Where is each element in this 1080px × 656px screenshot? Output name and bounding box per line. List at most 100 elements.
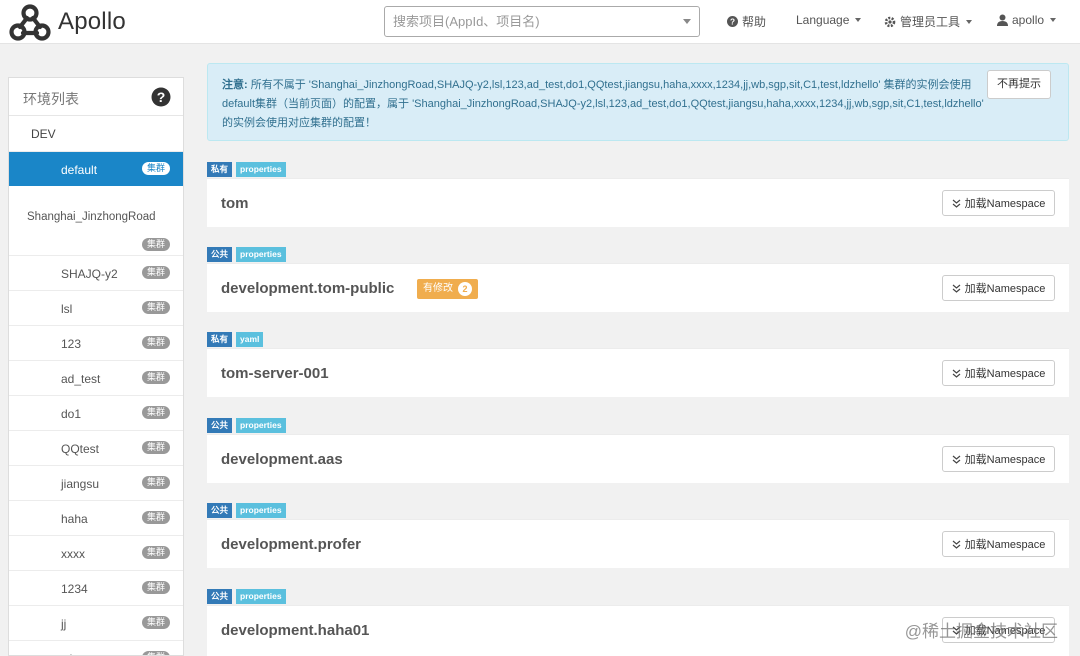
scope-tag: 公共 <box>207 503 233 518</box>
navbar: Apollo ? 帮助 Language 管理员工具 apollo <box>0 0 1080 44</box>
cluster-item[interactable]: jiangsu 集群 <box>9 466 183 501</box>
chevron-down-icon <box>683 19 691 24</box>
scope-tag: 公共 <box>207 589 233 604</box>
cluster-name: ad_test <box>61 372 101 386</box>
cluster-name: 123 <box>61 337 82 351</box>
cluster-item[interactable]: QQtest 集群 <box>9 431 183 466</box>
format-tag: properties <box>236 589 286 604</box>
double-chevron-down-icon <box>952 284 961 293</box>
cluster-item[interactable]: do1 集群 <box>9 396 183 431</box>
load-namespace-button[interactable]: 加载Namespace <box>942 190 1055 216</box>
double-chevron-down-icon <box>952 199 961 208</box>
notice-label: 注意: <box>222 79 248 91</box>
modified-label: 有修改 <box>423 283 453 294</box>
language-label: Language <box>796 13 850 27</box>
cluster-name: xxxx <box>61 547 85 561</box>
namespace-name: tom-server-001 <box>221 365 329 382</box>
user-icon <box>997 14 1008 26</box>
cluster-name: wb <box>61 652 76 655</box>
namespace-panel: development.aas 加载Namespace <box>207 434 1069 483</box>
help-link[interactable]: ? 帮助 <box>727 13 766 30</box>
cluster-item[interactable]: Shanghai_JinzhongRoad 集群 <box>9 186 183 256</box>
cluster-badge: 集群 <box>141 511 170 524</box>
cluster-badge: 集群 <box>141 162 170 175</box>
cluster-badge: 集群 <box>141 441 170 454</box>
namespace-name: tom <box>221 195 249 212</box>
load-namespace-button[interactable]: 加载Namespace <box>942 446 1055 472</box>
namespace-name: development.haha01 <box>221 622 370 639</box>
environment-sidebar: 环境列表 ? DEV default 集群 Shanghai_JinzhongR… <box>8 77 184 656</box>
question-circle-icon[interactable]: ? <box>151 87 171 107</box>
cluster-item-default[interactable]: default 集群 <box>9 152 183 186</box>
cluster-notice: 注意: 所有不属于 'Shanghai_JinzhongRoad,SHAJQ-y… <box>207 63 1069 141</box>
cluster-item[interactable]: wb 集群 <box>9 641 183 655</box>
cluster-item[interactable]: ad_test 集群 <box>9 361 183 396</box>
notice-body: 所有不属于 'Shanghai_JinzhongRoad,SHAJQ-y2,ls… <box>222 79 984 129</box>
apollo-logo-icon <box>9 4 51 41</box>
brand[interactable]: Apollo <box>8 2 126 42</box>
namespace-tags: 公共 properties <box>207 247 286 262</box>
cluster-item[interactable]: 123 集群 <box>9 326 183 361</box>
load-namespace-button[interactable]: 加载Namespace <box>942 531 1055 557</box>
cluster-badge: 集群 <box>141 336 170 349</box>
format-tag: properties <box>236 162 286 177</box>
namespace-panel: tom-server-001 加载Namespace <box>207 348 1069 397</box>
cluster-badge: 集群 <box>141 476 170 489</box>
namespace-tags: 公共 properties <box>207 589 286 604</box>
cluster-name: Shanghai_JinzhongRoad <box>27 211 156 223</box>
cluster-badge: 集群 <box>141 238 170 251</box>
sidebar-title: 环境列表 <box>23 91 79 107</box>
admin-tools-label: 管理员工具 <box>900 15 961 29</box>
cluster-name: do1 <box>61 407 82 421</box>
load-namespace-label: 加载Namespace <box>964 539 1046 551</box>
svg-text:?: ? <box>157 89 166 105</box>
cluster-name: jj <box>61 617 67 631</box>
caret-down-icon <box>1050 18 1057 22</box>
namespace-name: development.aas <box>221 451 343 468</box>
gear-icon <box>884 16 896 27</box>
cluster-name: jiangsu <box>61 477 100 491</box>
load-namespace-label: 加载Namespace <box>964 368 1046 380</box>
cluster-badge: 集群 <box>141 581 170 594</box>
namespace-tags: 公共 properties <box>207 503 286 518</box>
dismiss-notice-button[interactable]: 不再提示 <box>987 70 1051 99</box>
search-input[interactable] <box>385 7 665 36</box>
user-menu[interactable]: apollo <box>997 13 1057 27</box>
modified-count: 2 <box>458 282 472 296</box>
app-name: Apollo <box>58 8 126 35</box>
format-tag: properties <box>236 503 286 518</box>
cluster-item[interactable]: jj 集群 <box>9 606 183 641</box>
cluster-name: haha <box>61 512 88 526</box>
cluster-badge: 集群 <box>141 546 170 559</box>
modified-badge: 有修改 2 <box>417 279 478 299</box>
cluster-badge: 集群 <box>141 651 170 655</box>
cluster-name: SHAJQ-y2 <box>61 267 118 281</box>
cluster-badge: 集群 <box>141 371 170 384</box>
cluster-name: lsl <box>61 302 73 316</box>
load-namespace-button[interactable]: 加载Namespace <box>942 360 1055 386</box>
namespace-tags: 公共 properties <box>207 418 286 433</box>
cluster-item[interactable]: lsl 集群 <box>9 291 183 326</box>
namespace-panel: tom 加载Namespace <box>207 178 1069 227</box>
language-menu[interactable]: Language <box>796 13 862 27</box>
help-label: 帮助 <box>742 15 767 29</box>
cluster-item[interactable]: SHAJQ-y2 集群 <box>9 256 183 291</box>
cluster-badge: 集群 <box>141 301 170 314</box>
format-tag: properties <box>236 247 286 262</box>
load-namespace-label: 加载Namespace <box>964 198 1046 210</box>
svg-text:?: ? <box>730 17 735 26</box>
scope-tag: 私有 <box>207 332 233 347</box>
cluster-item[interactable]: 1234 集群 <box>9 571 183 606</box>
notice-text: 注意: 所有不属于 'Shanghai_JinzhongRoad,SHAJQ-y… <box>222 76 986 133</box>
question-circle-icon: ? <box>727 16 738 27</box>
scope-tag: 公共 <box>207 247 233 262</box>
env-item-dev[interactable]: DEV <box>9 116 183 152</box>
cluster-name: 1234 <box>61 582 88 596</box>
cluster-badge: 集群 <box>141 266 170 279</box>
cluster-item[interactable]: xxxx 集群 <box>9 536 183 571</box>
cluster-item[interactable]: haha 集群 <box>9 501 183 536</box>
double-chevron-down-icon <box>952 540 961 549</box>
load-namespace-button[interactable]: 加载Namespace <box>942 275 1055 301</box>
admin-tools-menu[interactable]: 管理员工具 <box>884 13 973 30</box>
project-search[interactable] <box>384 6 700 37</box>
